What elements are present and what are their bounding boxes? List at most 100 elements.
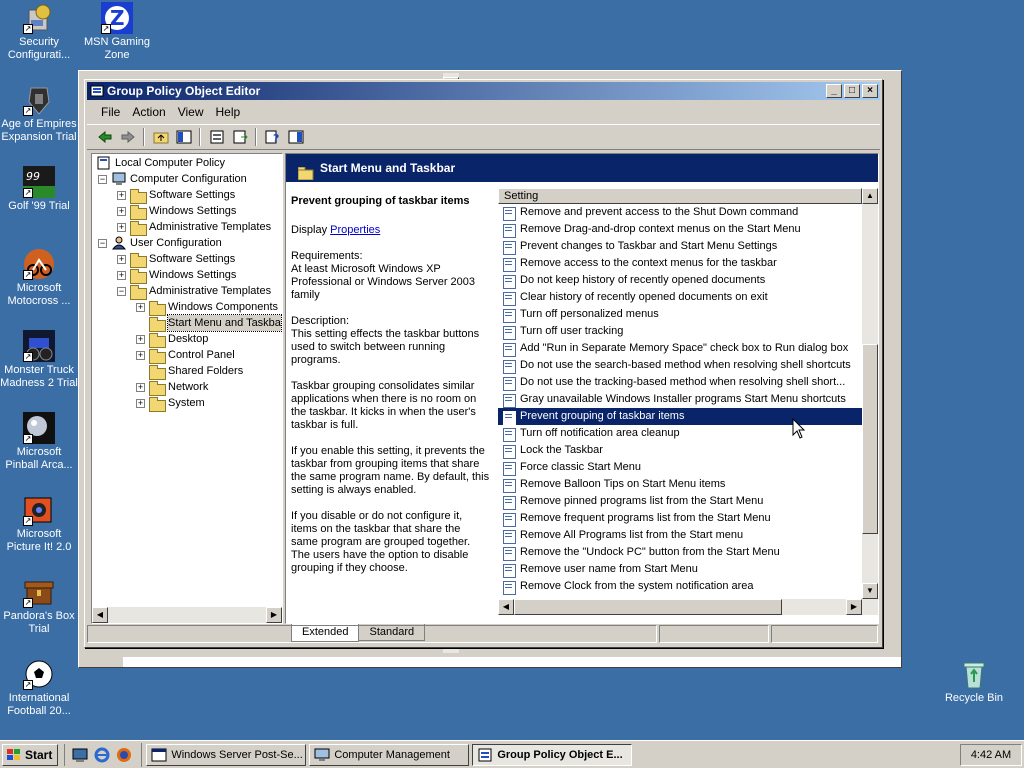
setting-row[interactable]: Remove Clock from the system notificatio… bbox=[498, 578, 862, 595]
maximize-button[interactable]: □ bbox=[844, 84, 860, 98]
settings-list[interactable]: Setting Remove and prevent access to the… bbox=[498, 188, 878, 623]
setting-row[interactable]: Remove and prevent access to the Shut Do… bbox=[498, 204, 862, 221]
tree-node-computer-configuration[interactable]: − Computer Configuration bbox=[98, 171, 247, 187]
tree-node-computer-administrative-templates[interactable]: + Administrative Templates bbox=[117, 219, 271, 236]
desktop-icon-golf-99[interactable]: 99 ↗ Golf '99 Trial bbox=[0, 166, 78, 213]
menu-view[interactable]: View bbox=[172, 105, 210, 119]
menu-action[interactable]: Action bbox=[126, 105, 171, 119]
show-desktop-button[interactable] bbox=[69, 744, 91, 766]
minimize-button[interactable]: _ bbox=[826, 84, 842, 98]
tree-node-windows-components[interactable]: + Windows Components bbox=[136, 299, 278, 316]
expand-toggle[interactable]: + bbox=[136, 382, 145, 392]
settings-vertical-scrollbar[interactable]: ▲ ▼ bbox=[862, 188, 878, 599]
setting-row[interactable]: Remove Drag-and-drop context menus on th… bbox=[498, 221, 862, 238]
tree-node-user-configuration[interactable]: − User Configuration bbox=[98, 235, 222, 251]
desktop-icon-msn-gaming-zone[interactable]: Z ↗ MSN Gaming Zone bbox=[78, 2, 156, 62]
desktop-icon-football[interactable]: ↗ International Football 20... bbox=[0, 658, 78, 718]
desktop-icon-monster-truck[interactable]: ↗ Monster Truck Madness 2 Trial bbox=[0, 330, 78, 390]
title-bar[interactable]: Group Policy Object Editor _ □ × bbox=[87, 82, 880, 100]
setting-row[interactable]: Do not use the search-based method when … bbox=[498, 357, 862, 374]
tree-node-user-administrative-templates[interactable]: − Administrative Templates bbox=[117, 283, 271, 300]
tree-pane[interactable]: Local Computer Policy − Computer Configu… bbox=[91, 153, 283, 624]
tree-node-control-panel[interactable]: + Control Panel bbox=[136, 347, 235, 364]
tree-node-user-windows-settings[interactable]: + Windows Settings bbox=[117, 267, 236, 284]
tree-node-local-computer-policy[interactable]: Local Computer Policy bbox=[96, 155, 225, 171]
start-button[interactable]: Start bbox=[2, 743, 59, 766]
column-header-setting[interactable]: Setting bbox=[498, 188, 862, 204]
setting-row[interactable]: Do not use the tracking-based method whe… bbox=[498, 374, 862, 391]
properties-link[interactable]: Properties bbox=[330, 224, 380, 236]
scroll-left-button[interactable]: ◀ bbox=[92, 607, 108, 623]
collapse-toggle[interactable]: − bbox=[98, 174, 107, 184]
expand-toggle[interactable]: + bbox=[136, 334, 145, 344]
expand-toggle[interactable]: + bbox=[117, 254, 126, 264]
setting-row[interactable]: Remove frequent programs list from the S… bbox=[498, 510, 862, 527]
tree-node-computer-windows-settings[interactable]: + Windows Settings bbox=[117, 203, 236, 220]
expand-toggle[interactable]: + bbox=[117, 270, 126, 280]
task-windows-server-post-setup[interactable]: Windows Server Post-Se... bbox=[146, 743, 307, 766]
setting-row[interactable]: Clear history of recently opened documen… bbox=[498, 289, 862, 306]
desktop-icon-pinball[interactable]: ↗ Microsoft Pinball Arca... bbox=[0, 412, 78, 472]
system-tray-clock[interactable]: 4:42 AM bbox=[960, 744, 1022, 766]
expand-toggle[interactable]: + bbox=[136, 302, 145, 312]
group-policy-editor-window[interactable]: Group Policy Object Editor _ □ × File Ac… bbox=[84, 79, 883, 648]
setting-row[interactable]: Remove access to the context menus for t… bbox=[498, 255, 862, 272]
setting-row[interactable]: Turn off user tracking bbox=[498, 323, 862, 340]
expand-toggle[interactable]: + bbox=[136, 398, 145, 408]
setting-row[interactable]: Lock the Taskbar bbox=[498, 442, 862, 459]
menu-help[interactable]: Help bbox=[210, 105, 247, 119]
setting-row[interactable]: Do not keep history of recently opened d… bbox=[498, 272, 862, 289]
setting-row[interactable]: Force classic Start Menu bbox=[498, 459, 862, 476]
setting-row[interactable]: Remove pinned programs list from the Sta… bbox=[498, 493, 862, 510]
show-hide-action-pane-button[interactable] bbox=[284, 126, 307, 148]
setting-row[interactable]: Prevent changes to Taskbar and Start Men… bbox=[498, 238, 862, 255]
tree-node-user-software-settings[interactable]: + Software Settings bbox=[117, 251, 235, 268]
settings-horizontal-scrollbar[interactable]: ◀ ▶ bbox=[498, 599, 878, 615]
tree-horizontal-scrollbar[interactable]: ◀ ▶ bbox=[92, 607, 282, 623]
setting-row[interactable]: Remove user name from Start Menu bbox=[498, 561, 862, 578]
scroll-down-button[interactable]: ▼ bbox=[862, 583, 878, 599]
menu-file[interactable]: File bbox=[95, 105, 126, 119]
scroll-right-button[interactable]: ▶ bbox=[266, 607, 282, 623]
firefox-button[interactable] bbox=[113, 744, 135, 766]
setting-row[interactable]: Gray unavailable Windows Installer progr… bbox=[498, 391, 862, 408]
desktop-icon-age-of-empires[interactable]: ↗ Age of Empires Expansion Trial bbox=[0, 84, 78, 144]
tree-node-shared-folders[interactable]: Shared Folders bbox=[149, 363, 243, 380]
properties-button[interactable] bbox=[205, 126, 228, 148]
desktop-icon-security-config[interactable]: ↗ Security Configurati... bbox=[0, 2, 78, 62]
expand-toggle[interactable]: + bbox=[117, 206, 126, 216]
tree-node-system[interactable]: + System bbox=[136, 395, 205, 412]
scroll-thumb[interactable] bbox=[862, 344, 878, 534]
expand-toggle[interactable]: + bbox=[117, 190, 126, 200]
show-hide-tree-button[interactable] bbox=[172, 126, 195, 148]
scroll-up-button[interactable]: ▲ bbox=[862, 188, 878, 204]
desktop-icon-recycle-bin[interactable]: Recycle Bin bbox=[935, 658, 1013, 705]
setting-row[interactable]: Remove All Programs list from the Start … bbox=[498, 527, 862, 544]
close-button[interactable]: × bbox=[862, 84, 878, 98]
back-button[interactable] bbox=[93, 126, 116, 148]
up-one-level-button[interactable] bbox=[149, 126, 172, 148]
task-group-policy-object-editor[interactable]: Group Policy Object E... bbox=[472, 743, 633, 766]
forward-button[interactable] bbox=[116, 126, 139, 148]
scroll-thumb[interactable] bbox=[514, 599, 782, 615]
desktop-icon-pandoras-box[interactable]: ↗ Pandora's Box Trial bbox=[0, 576, 78, 636]
internet-explorer-button[interactable] bbox=[91, 744, 113, 766]
expand-toggle[interactable]: + bbox=[117, 222, 126, 232]
desktop-icon-picture-it[interactable]: ↗ Microsoft Picture It! 2.0 bbox=[0, 494, 78, 554]
tree-node-start-menu-and-taskbar[interactable]: Start Menu and Taskba bbox=[149, 314, 282, 332]
export-list-button[interactable] bbox=[228, 126, 251, 148]
tree-node-network[interactable]: + Network bbox=[136, 379, 208, 396]
expand-toggle[interactable]: + bbox=[136, 350, 145, 360]
setting-row[interactable]: Prevent grouping of taskbar items bbox=[498, 408, 862, 425]
help-button[interactable]: ? bbox=[261, 126, 284, 148]
setting-row[interactable]: Turn off notification area cleanup bbox=[498, 425, 862, 442]
desktop-icon-motocross[interactable]: ↗ Microsoft Motocross ... bbox=[0, 248, 78, 308]
collapse-toggle[interactable]: − bbox=[117, 286, 126, 296]
tree-node-desktop[interactable]: + Desktop bbox=[136, 331, 208, 348]
setting-row[interactable]: Remove Balloon Tips on Start Menu items bbox=[498, 476, 862, 493]
scroll-left-button[interactable]: ◀ bbox=[498, 599, 514, 615]
scroll-right-button[interactable]: ▶ bbox=[846, 599, 862, 615]
task-computer-management[interactable]: Computer Management bbox=[309, 743, 470, 766]
setting-row[interactable]: Add "Run in Separate Memory Space" check… bbox=[498, 340, 862, 357]
tree-node-computer-software-settings[interactable]: + Software Settings bbox=[117, 187, 235, 204]
